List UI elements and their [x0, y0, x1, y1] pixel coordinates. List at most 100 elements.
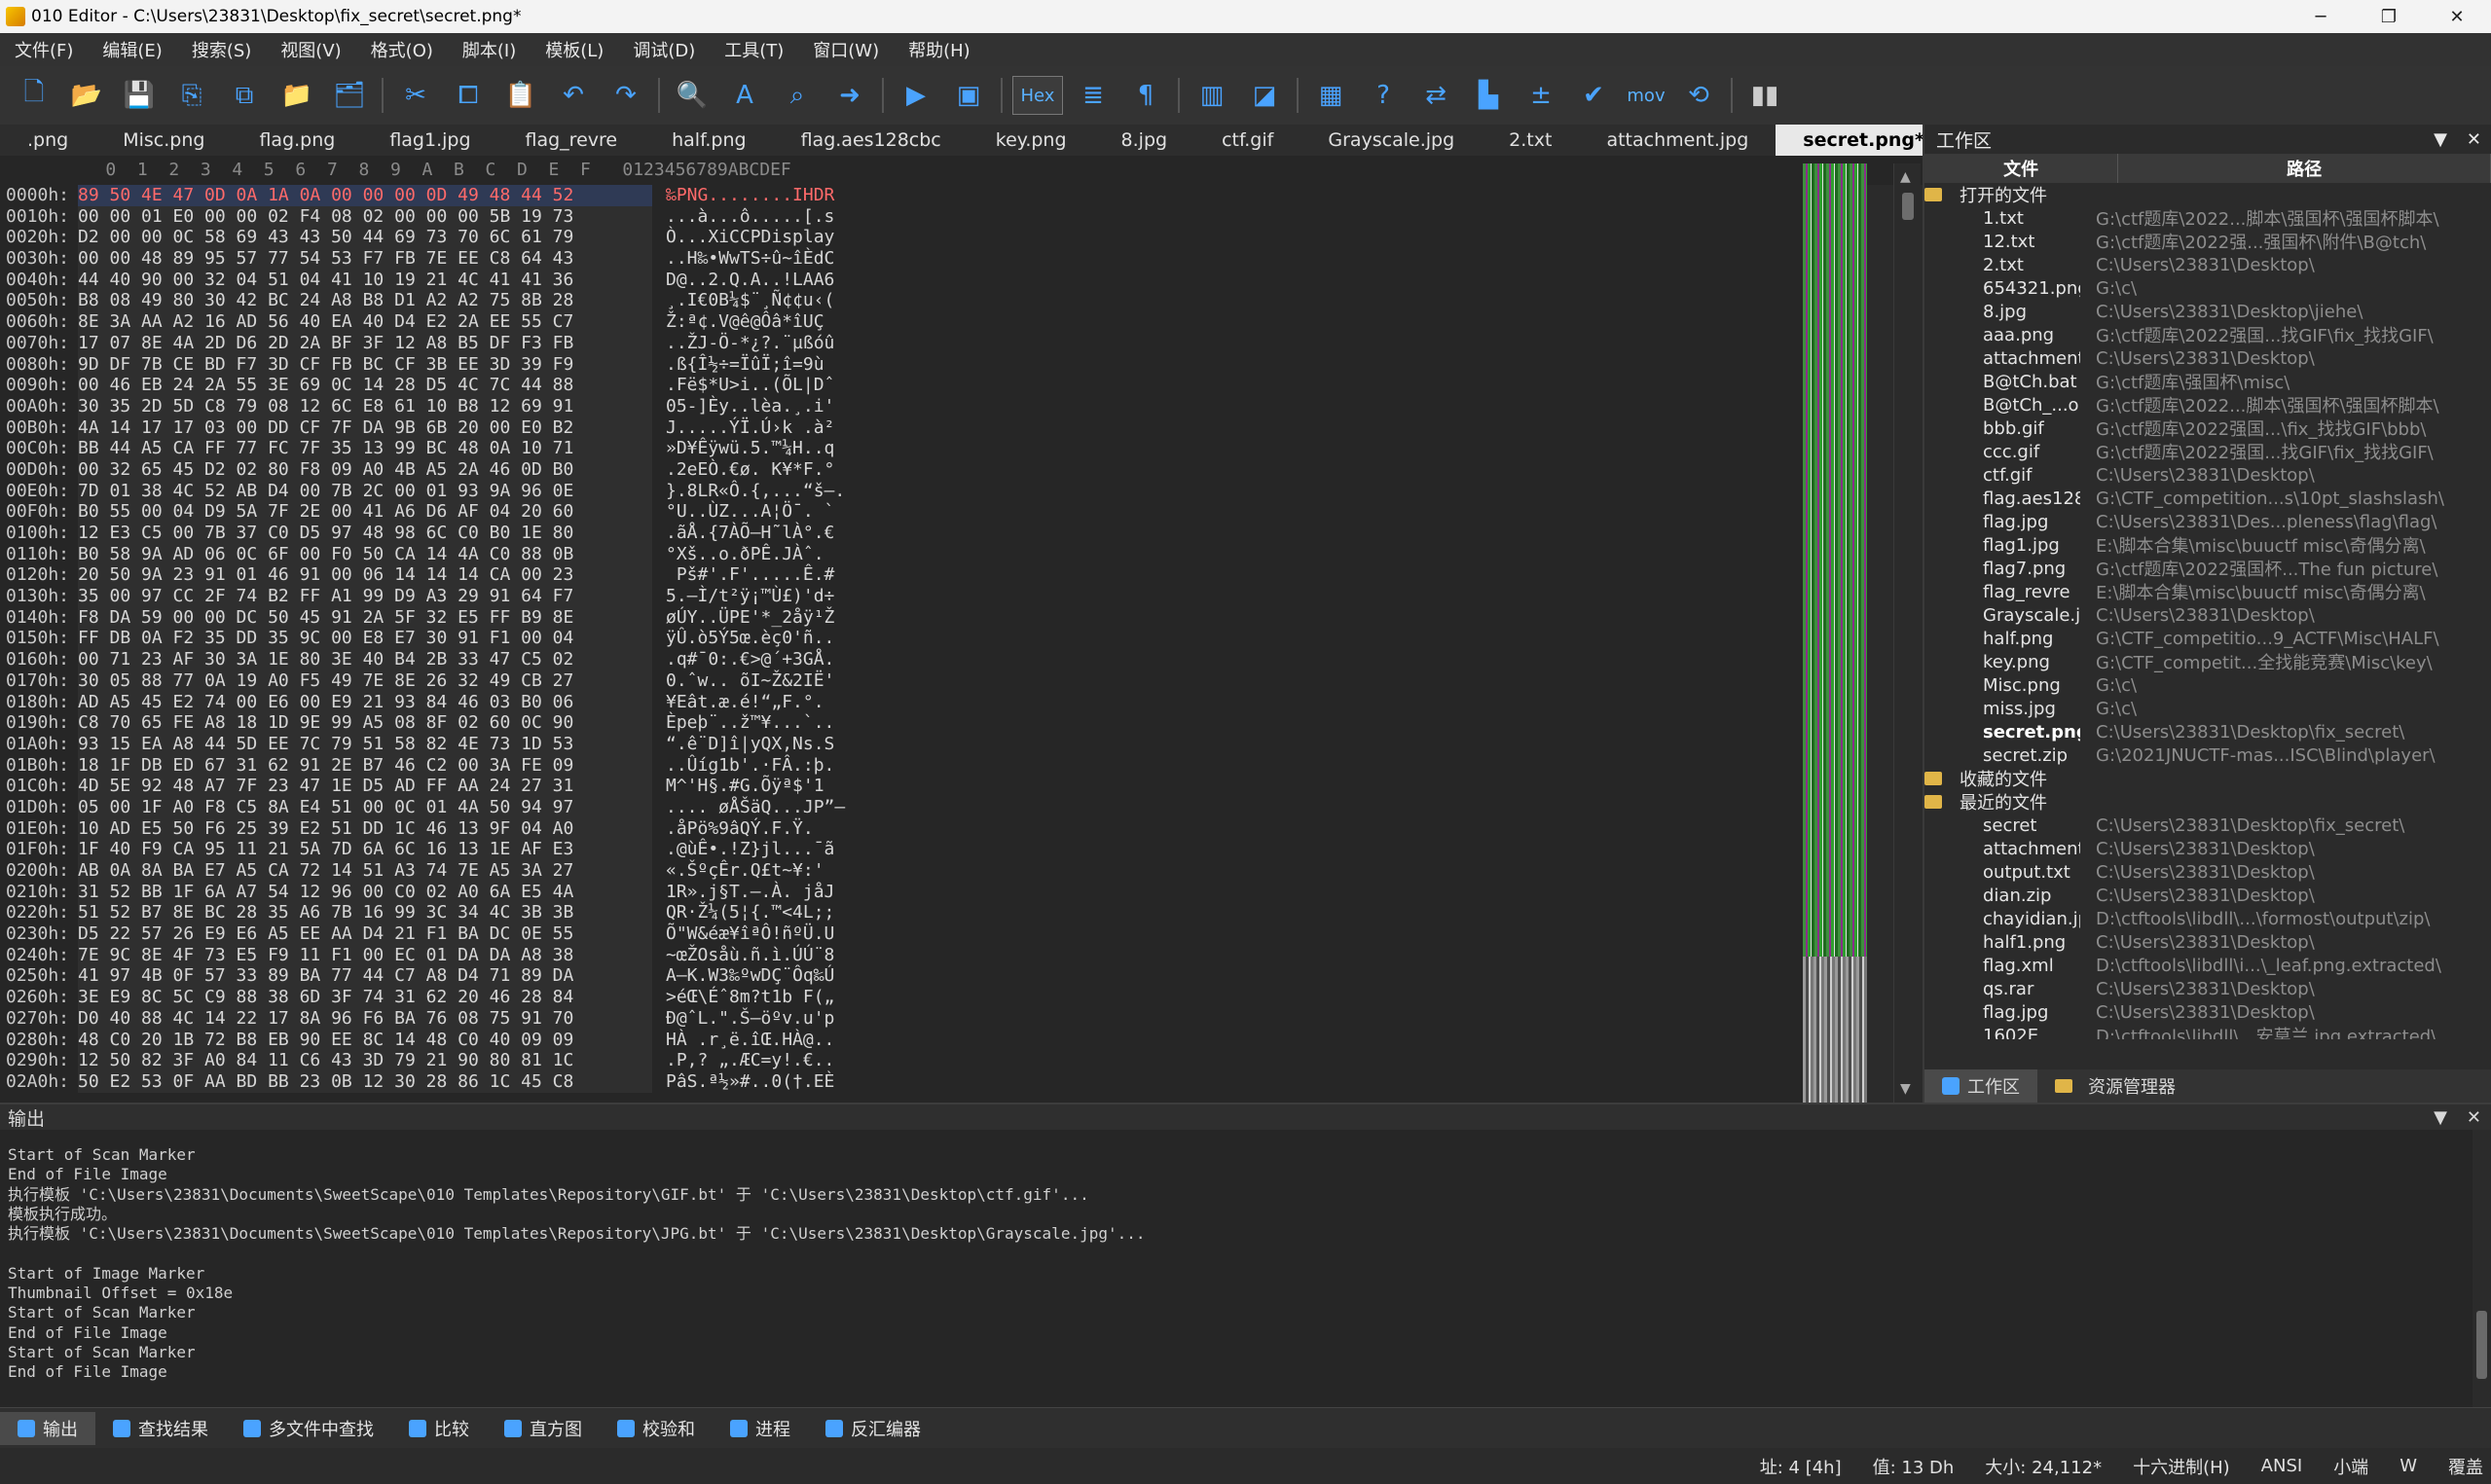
workspace-file-item[interactable]: qs.rar C:\Users\23831\Desktop\	[1924, 977, 2491, 1000]
hex-row[interactable]: 0010h: 00 00 01 E0 00 00 02 F4 08 02 00 0…	[0, 205, 1830, 228]
redo-icon[interactable]: ↷	[604, 73, 648, 118]
undo-icon[interactable]: ↶	[551, 73, 596, 118]
columns-icon[interactable]: ▥	[1190, 73, 1234, 118]
hex-ascii[interactable]: HÀ .r¸ë.îŒ.HÀ@..	[652, 1030, 834, 1051]
hex-ascii[interactable]: 0.ˆw.. õI~Ž&2IË'	[652, 670, 834, 692]
path-column-header[interactable]: 路径	[2118, 154, 2491, 183]
open-file-icon[interactable]: 📂	[64, 73, 109, 118]
hex-bytes[interactable]: 4A 14 17 17 03 00 DD CF 7F DA 9B 6B 20 0…	[78, 416, 652, 439]
hex-bytes[interactable]: 3E E9 8C 5C C9 88 38 6D 3F 74 31 62 20 4…	[78, 987, 652, 1008]
hex-ascii[interactable]: 1R».j§T.–.À. jåJ	[652, 882, 834, 903]
text-mode-icon[interactable]: ≣	[1071, 73, 1116, 118]
workspace-file-item[interactable]: 1602E D:\ctftools\libdll\...安莫兰.jpg.extra…	[1924, 1024, 2491, 1040]
hex-ascii[interactable]: ...à...ô.....[.s	[652, 206, 834, 228]
hex-bytes[interactable]: 18 1F DB ED 67 31 62 91 2E B7 46 C2 00 3…	[78, 754, 652, 777]
file-tab[interactable]: flag1.jpg	[362, 125, 497, 156]
close-button[interactable]: ✕	[2423, 0, 2491, 33]
hex-bytes[interactable]: 93 15 EA A8 44 5D EE 7C 79 51 58 82 4E 7…	[78, 733, 652, 755]
hex-ascii[interactable]: øÚY..ÜPE'*_2åÿ¹Ž	[652, 607, 834, 629]
workspace-file-item[interactable]: miss.jpg G:\c\	[1924, 697, 2491, 720]
run-script-icon[interactable]: ▶	[894, 73, 938, 118]
operations-icon[interactable]: ±	[1519, 73, 1563, 118]
workspace-file-item[interactable]: flag.jpg C:\Users\23831\Desktop\	[1924, 1000, 2491, 1024]
pause-icon[interactable]: ▮▮	[1742, 73, 1787, 118]
hex-row[interactable]: 0130h: 35 00 97 CC 2F 74 B2 FF A1 99 D9 A…	[0, 586, 1830, 607]
tab-workspace[interactable]: 工作区	[1924, 1069, 2037, 1103]
output-log[interactable]: Start of Scan Marker End of File Image 执行模…	[0, 1130, 2473, 1407]
hex-bytes[interactable]: 44 40 90 00 32 04 51 04 41 10 19 21 4C 4…	[78, 269, 652, 291]
workspace-file-item[interactable]: bbb.gif G:\ctf题库\2022强国...\fix_找找GIF\bbb\	[1924, 416, 2491, 441]
menu-item[interactable]: 搜索(S)	[177, 37, 266, 62]
workspace-group[interactable]: 收藏的文件	[1924, 767, 2491, 790]
hex-ascii[interactable]: ~œŽOsåù.ñ.ì.ÚÚ¨8	[652, 945, 834, 966]
hex-row[interactable]: 0260h: 3E E9 8C 5C C9 88 38 6D 3F 74 31 6…	[0, 987, 1830, 1008]
hex-ascii[interactable]: .ãÅ.{7ÀÕ—H˜lÀ°.€	[652, 523, 834, 544]
pilcrow-icon[interactable]: ¶	[1123, 73, 1168, 118]
hex-row[interactable]: 01A0h: 93 15 EA A8 44 5D EE 7C 79 51 58 8…	[0, 733, 1830, 755]
hex-bytes[interactable]: AD A5 45 E2 74 00 E6 00 E9 21 93 84 46 0…	[78, 691, 652, 713]
hex-scrollbar[interactable]: ▲ ▼	[1893, 163, 1921, 1103]
workspace-file-item[interactable]: key.png G:\CTF_competit...全找能竞赛\Misc\key\	[1924, 650, 2491, 674]
histogram-icon[interactable]: ▙	[1466, 73, 1511, 118]
hex-ascii[interactable]: .... øÅŠäQ...JP”—	[652, 797, 845, 818]
workspace-group[interactable]: 打开的文件	[1924, 183, 2491, 206]
hex-bytes[interactable]: 7E 9C 8E 4F 73 E5 F9 11 F1 00 EC 01 DA D…	[78, 944, 652, 966]
workspace-file-item[interactable]: flag1.jpg E:\脚本合集\misc\buuctf misc\奇偶分离\	[1924, 533, 2491, 558]
scroll-thumb[interactable]	[1902, 193, 1914, 220]
new-file-icon[interactable]: 🗋	[12, 73, 56, 118]
hex-row[interactable]: 0280h: 48 C0 20 1B 72 B8 EB 90 EE 8C 14 4…	[0, 1029, 1830, 1051]
validate-icon[interactable]: ✔	[1571, 73, 1616, 118]
status-overwrite[interactable]: 覆盖	[2448, 1454, 2483, 1479]
hex-row[interactable]: 0170h: 30 05 88 77 0A 19 A0 F5 49 7E 8E 2…	[0, 670, 1830, 692]
hex-row[interactable]: 01C0h: 4D 5E 92 48 A7 7F 23 47 1E D5 AD F…	[0, 776, 1830, 797]
hex-bytes[interactable]: C8 70 65 FE A8 18 1D 9E 99 A5 08 8F 02 6…	[78, 712, 652, 734]
panel-menu-icon[interactable]: ▼	[2434, 1107, 2447, 1128]
hex-ascii[interactable]: .­åPö%9âQÝ.F.Ÿ.	[652, 818, 824, 840]
hex-bytes[interactable]: 00 71 23 AF 30 3A 1E 80 3E 40 B4 2B 33 4…	[78, 649, 652, 670]
hex-row[interactable]: 00E0h: 7D 01 38 4C 52 AB D4 00 7B 2C 00 0…	[0, 480, 1830, 502]
hex-ascii[interactable]: ..ŽJ-Ö-*¿?.¨µßóû	[652, 333, 834, 354]
hex-row[interactable]: 0110h: B0 58 9A AD 06 0C 6F 00 F0 50 CA 1…	[0, 543, 1830, 565]
menu-item[interactable]: 调试(D)	[618, 37, 710, 62]
hex-row[interactable]: 01F0h: 1F 40 F9 CA 95 11 21 5A 7D 6A 6C 1…	[0, 839, 1830, 860]
workspace-file-item[interactable]: aaa.png G:\ctf题库\2022强国...找GIF\fix_找找GIF\	[1924, 323, 2491, 347]
hex-ascii[interactable]: A—K.W3‰ºwDÇ¨Ôq‰Ú	[652, 965, 834, 987]
scroll-down-icon[interactable]: ▼	[1900, 1081, 1911, 1097]
find-in-files-icon[interactable]: ⌕	[775, 73, 820, 118]
hex-ascii[interactable]: .q#¯0:.€>@´+3GÅ.	[652, 649, 834, 670]
hex-bytes[interactable]: F8 DA 59 00 00 DC 50 45 91 2A 5F 32 E5 F…	[78, 606, 652, 629]
hex-ascii[interactable]: .Fë$*U>i..(ÕL|Dˆ	[652, 375, 834, 396]
hex-bytes[interactable]: 10 AD E5 50 F6 25 39 E2 51 DD 1C 46 13 9…	[78, 817, 652, 840]
workspace-file-item[interactable]: Misc.png G:\c\	[1924, 673, 2491, 697]
hex-row[interactable]: 0070h: 17 07 8E 4A 2D D6 2D 2A BF 3F 12 A…	[0, 332, 1830, 354]
hex-ascii[interactable]: .ß{Î½÷=ÏûÏ;î=9ù	[652, 354, 824, 376]
hex-ascii[interactable]: Èpeþ¨..ž™¥...`..	[652, 712, 834, 734]
status-endian[interactable]: 小端	[2333, 1454, 2368, 1479]
find-icon[interactable]: 🔍	[670, 73, 714, 118]
menu-item[interactable]: 帮助(H)	[894, 37, 985, 62]
save-as-icon[interactable]: ⎘	[169, 73, 214, 118]
hex-row[interactable]: 00A0h: 30 35 2D 5D C8 79 08 12 6C E8 61 1…	[0, 395, 1830, 417]
hex-ascii[interactable]: PâS.ª½»#..0(†.EÈ	[652, 1071, 834, 1093]
hex-bytes[interactable]: 35 00 97 CC 2F 74 B2 FF A1 99 D9 A3 29 9…	[78, 586, 652, 607]
hex-ascii[interactable]: ¸.I€0B¼$¨¸Ñ¢¢u‹(	[652, 290, 834, 311]
bottom-tab[interactable]: 反汇编器	[808, 1412, 938, 1445]
hex-mode-button[interactable]: Hex	[1012, 76, 1063, 115]
hex-row[interactable]: 0060h: 8E 3A AA A2 16 AD 56 40 EA 40 D4 E…	[0, 311, 1830, 333]
select-icon[interactable]: ◪	[1242, 73, 1287, 118]
workspace-file-item[interactable]: 654321.png G:\c\	[1924, 276, 2491, 300]
hex-row[interactable]: 0100h: 12 E3 C5 00 7B 37 C0 D5 97 48 98 6…	[0, 523, 1830, 544]
hex-ascii[interactable]: QR·Ž¼(5¦{.™<4L;;	[652, 902, 834, 923]
hex-bytes[interactable]: 17 07 8E 4A 2D D6 2D 2A BF 3F 12 A8 B5 D…	[78, 332, 652, 354]
hex-bytes[interactable]: 50 E2 53 0F AA BD BB 23 0B 12 30 28 86 1…	[78, 1070, 652, 1093]
hex-bytes[interactable]: 7D 01 38 4C 52 AB D4 00 7B 2C 00 01 93 9…	[78, 480, 652, 502]
hex-row[interactable]: 02A0h: 50 E2 53 0F AA BD BB 23 0B 12 30 2…	[0, 1070, 1830, 1093]
hex-ascii[interactable]: “.ê¨D]î|yQX‚Ns.S	[652, 734, 834, 755]
hex-bytes[interactable]: 30 35 2D 5D C8 79 08 12 6C E8 61 10 B8 1…	[78, 395, 652, 417]
run-template-icon[interactable]: ▣	[946, 73, 991, 118]
mov-button[interactable]: mov	[1624, 73, 1668, 118]
hex-row[interactable]: 0050h: B8 08 49 80 30 42 BC 24 A8 B8 D1 A…	[0, 290, 1830, 312]
hex-ascii[interactable]: ..H‰•WwTS÷û~îÈdC	[652, 248, 834, 270]
hex-ascii[interactable]: .P‚? „.ÆC=y!.€..	[652, 1050, 834, 1071]
scroll-thumb[interactable]	[2476, 1311, 2487, 1379]
